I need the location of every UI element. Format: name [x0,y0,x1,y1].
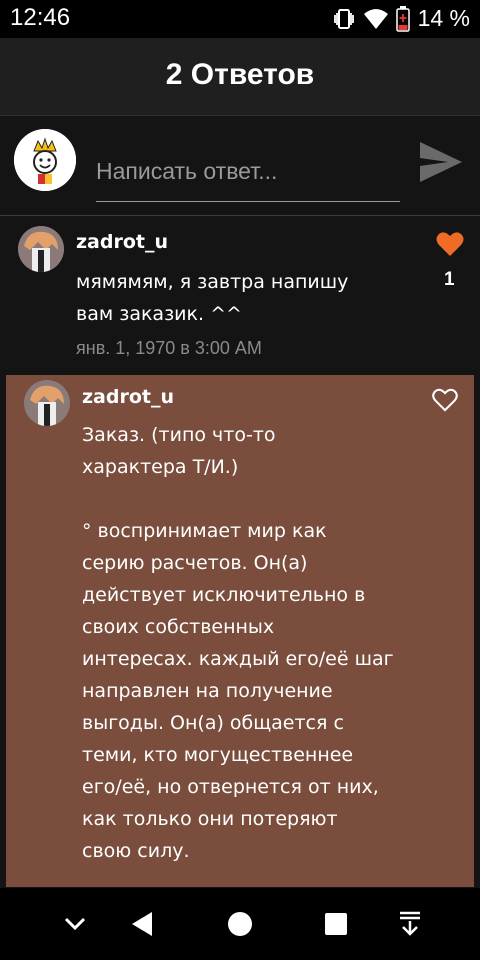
status-time: 12:46 [10,4,71,31]
comment-text: Заказ. (типо что-то характера Т/И.) ° во… [82,424,394,862]
system-nav-bar [0,888,480,960]
comment-item: zadrot_u Заказ. (типо что-то характера Т… [6,375,474,887]
collapse-button[interactable] [55,888,95,960]
status-bar: 12:46 14 % [0,0,480,38]
wifi-icon [363,8,388,29]
comment-date: янв. 1, 1970 в 3:00 AM [76,338,262,358]
notifications-button[interactable] [390,888,430,960]
comment-text: мямямям, я завтра напишу вам заказик. ^^ [76,271,349,325]
reply-composer [0,116,480,216]
home-button[interactable] [218,888,262,960]
like-count: 1 [444,269,455,290]
comment-username[interactable]: zadrot_u [76,231,168,253]
avatar[interactable] [18,226,64,272]
back-icon [132,912,152,936]
send-icon [420,142,462,182]
battery-icon [395,5,410,32]
battery-percent: 14 % [417,5,470,31]
avatar[interactable] [14,129,76,191]
comment-username[interactable]: zadrot_u [82,386,174,408]
heart-filled-icon[interactable] [436,231,464,257]
avatar[interactable] [24,380,70,426]
send-button[interactable] [418,140,464,184]
comment-item: zadrot_u мямямям, я завтра напишу вам за… [0,217,480,375]
notifications-icon [400,911,420,936]
status-icons: 14 % [332,5,470,32]
chevron-down-icon [64,917,86,931]
page-title: 2 Ответов [165,58,315,91]
recents-button[interactable] [314,888,358,960]
vibrate-icon [333,8,354,29]
home-icon [228,912,252,936]
recents-icon [325,913,347,935]
heart-outline-icon[interactable] [432,388,458,412]
reply-input[interactable] [96,146,400,202]
header: 2 Ответов [0,38,480,116]
back-button[interactable] [120,888,164,960]
